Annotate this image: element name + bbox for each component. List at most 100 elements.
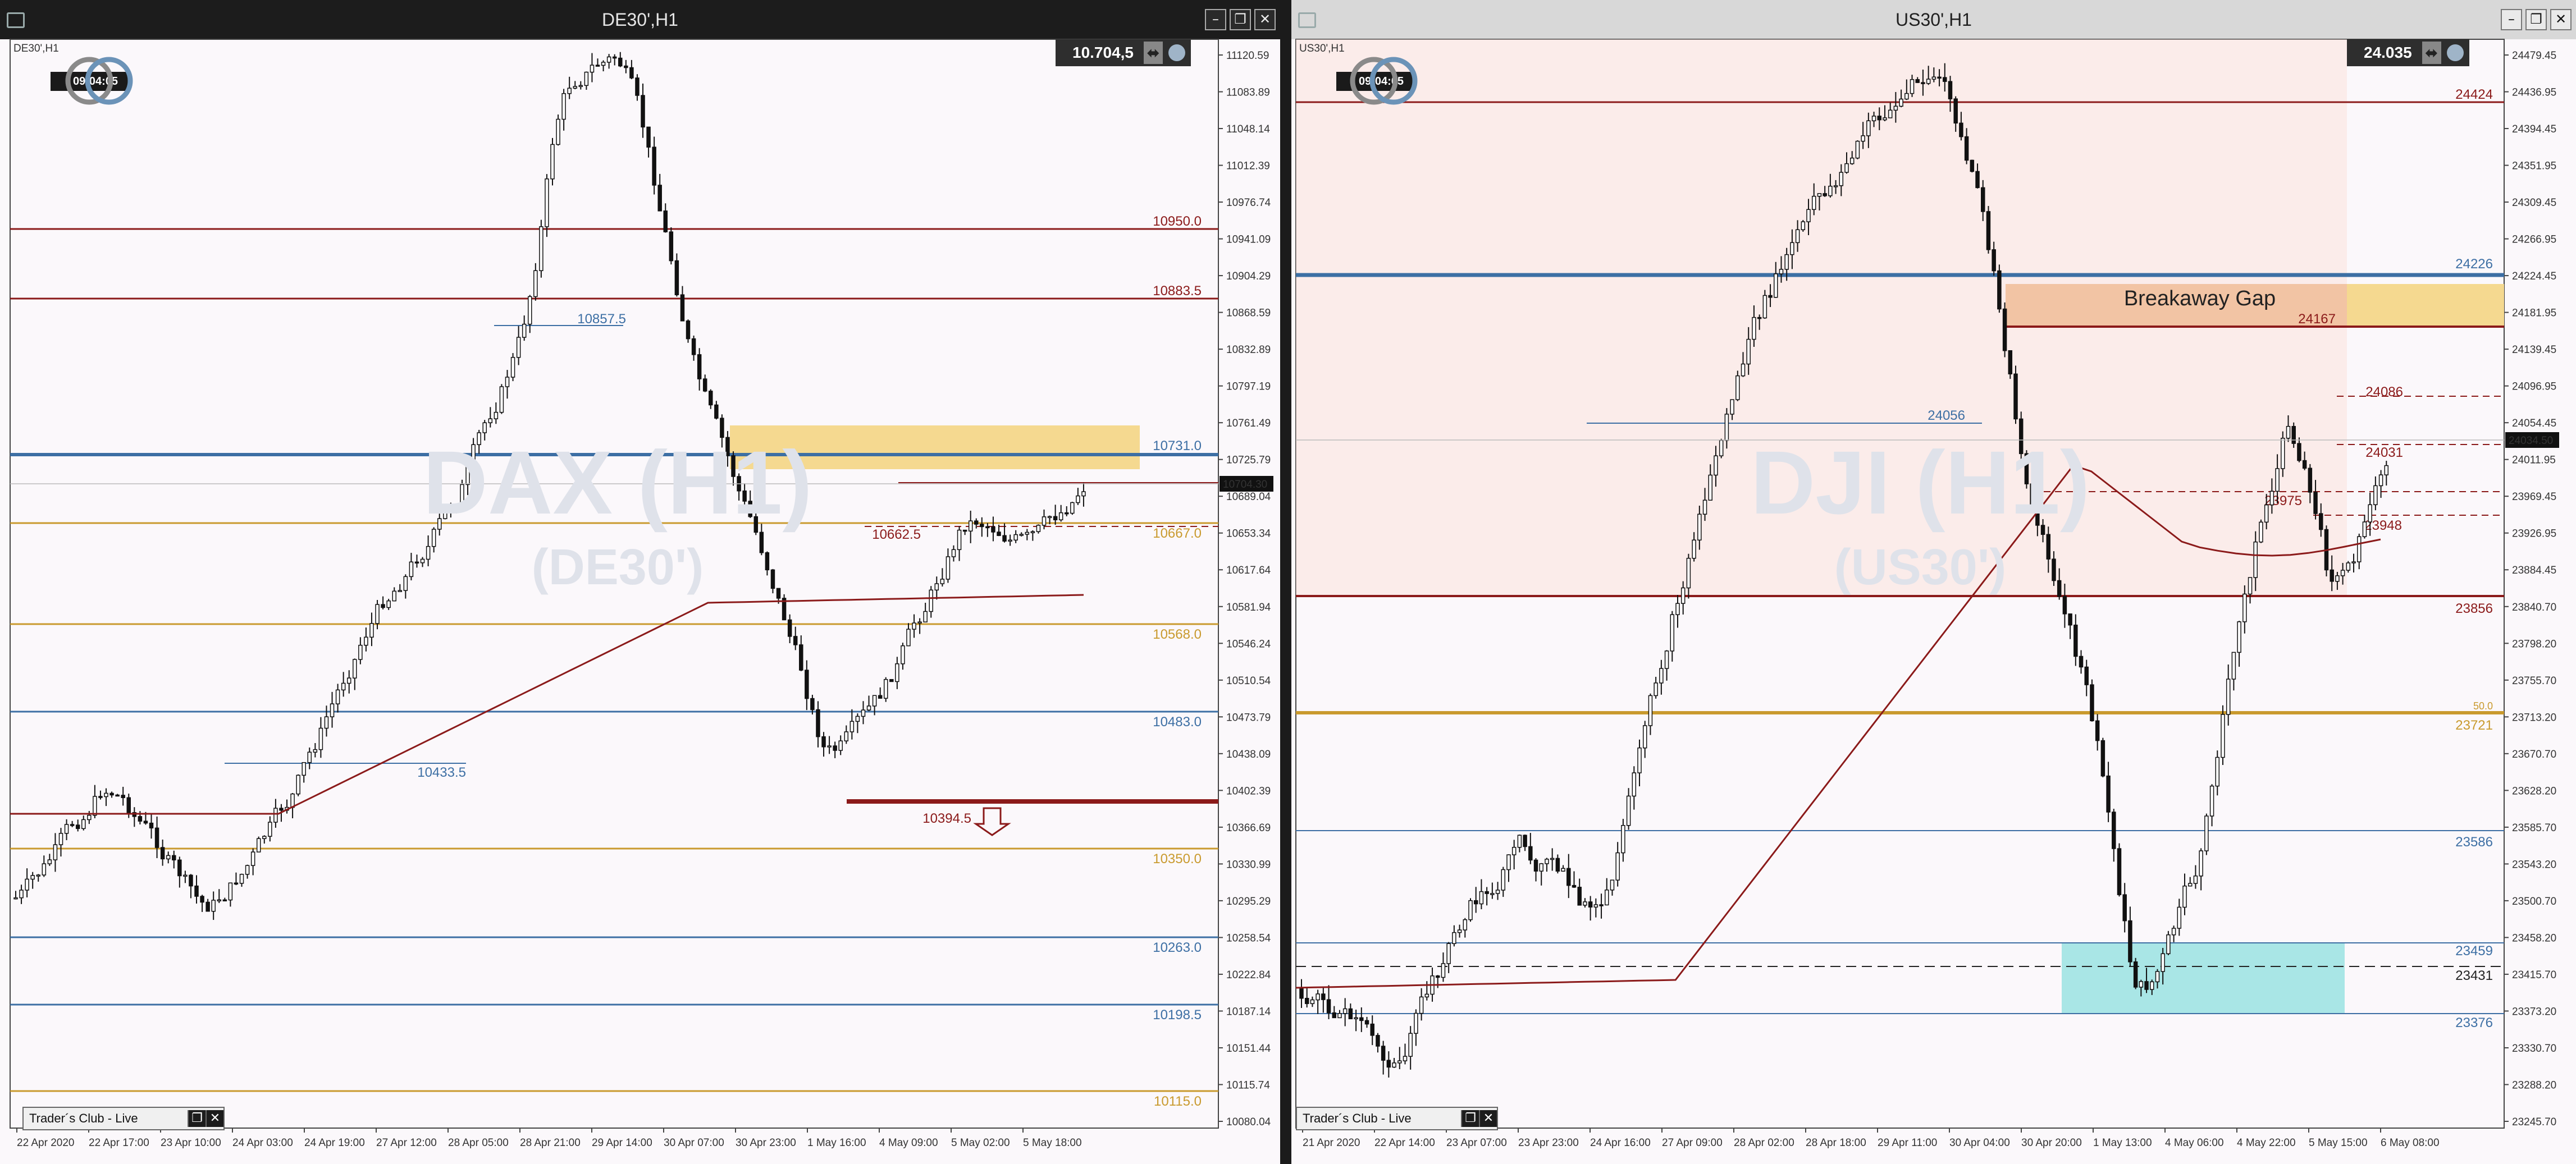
candle-body xyxy=(539,226,543,271)
level-23431-label: 23431 xyxy=(2455,968,2493,983)
level-10433-label: 10433.5 xyxy=(417,765,466,780)
connection-icon xyxy=(2446,44,2464,61)
price-axis-label: 10366.69 xyxy=(1226,822,1271,834)
restore-icon[interactable]: ❐ xyxy=(188,1110,205,1127)
candle-body xyxy=(2035,505,2040,526)
candle-body xyxy=(1752,317,1756,340)
price-chart[interactable]: 24479.45 24436.95 24394.45 24351.95 24309.45… xyxy=(1291,0,2576,1164)
level-24056-label: 24056 xyxy=(1928,408,1965,423)
candle-body xyxy=(262,836,267,839)
candle-body xyxy=(1403,1056,1408,1061)
price-axis-label: 10725.79 xyxy=(1226,455,1271,466)
candle-body xyxy=(1583,901,1587,906)
candle-body xyxy=(1724,414,1729,441)
close-icon[interactable]: ✕ xyxy=(205,1110,223,1127)
candle-body xyxy=(1910,79,1915,94)
candle-body xyxy=(1463,919,1468,931)
level-10662-label: 10662.5 xyxy=(872,527,921,542)
time-axis-label: 5 May 02:00 xyxy=(951,1137,1010,1149)
candle-body xyxy=(872,695,877,707)
candle-body xyxy=(2340,570,2345,576)
price-ticker[interactable]: 10.704,5 ⬌ xyxy=(1056,39,1191,66)
candle-body xyxy=(166,855,171,860)
candle-body xyxy=(1528,846,1533,861)
price-axis-label: 24011.95 xyxy=(2512,455,2556,466)
candle-body xyxy=(2297,443,2301,461)
candle-body xyxy=(426,546,431,560)
candle-body xyxy=(691,338,696,355)
candle-body xyxy=(1008,539,1012,542)
candle-body xyxy=(1937,76,1942,79)
price-chart[interactable]: 11120.59 11083.89 11048.14 11012.39 10976.74… xyxy=(0,0,1280,1164)
candle-body xyxy=(1899,98,1903,107)
price-axis-label: 10115.74 xyxy=(1226,1079,1270,1091)
level-10667-label: 10667.0 xyxy=(1153,526,1202,541)
candle-body xyxy=(805,670,809,699)
candle-body xyxy=(624,65,628,68)
candle-body xyxy=(1310,999,1315,1004)
candle-body xyxy=(87,814,92,821)
candle-body xyxy=(1013,534,1018,541)
candle-body xyxy=(482,422,487,433)
candle-body xyxy=(420,558,425,563)
candle-body xyxy=(1686,557,1691,589)
price-ticker[interactable]: 24.035 ⬌ xyxy=(2347,39,2469,66)
breakaway-gap-label: Breakaway Gap xyxy=(2124,287,2276,310)
candle-body xyxy=(1741,363,1746,377)
candle-body xyxy=(30,875,35,880)
candle-body xyxy=(1730,399,1734,415)
candle-body xyxy=(2171,928,2176,936)
candle-body xyxy=(13,897,18,900)
candle-body xyxy=(545,178,549,227)
candle-body xyxy=(2024,453,2029,484)
ticker-arrows-icon[interactable]: ⬌ xyxy=(1144,42,1163,64)
time-axis-label: 21 Apr 2020 xyxy=(1303,1137,1360,1149)
candle-body xyxy=(810,698,815,711)
level-23721-label: 23721 xyxy=(2455,718,2493,733)
candle-body xyxy=(2128,920,2132,963)
candle-body xyxy=(1025,531,1030,535)
candle-body xyxy=(522,323,527,338)
candle-body xyxy=(1468,900,1473,920)
price-axis-label: 23926.95 xyxy=(2512,528,2556,540)
candle-body xyxy=(2013,373,2018,420)
level-10883-label: 10883.5 xyxy=(1153,283,1202,299)
candle-body xyxy=(2259,521,2263,543)
price-axis-label: 10438.09 xyxy=(1226,749,1271,760)
candle-body xyxy=(2226,679,2231,715)
arrow-down-icon xyxy=(973,807,1011,836)
price-axis-label: 10222.84 xyxy=(1226,969,1271,981)
candle-body xyxy=(2182,885,2187,908)
candle-body xyxy=(449,507,453,511)
candle-body xyxy=(573,86,578,89)
minimized-window-bar[interactable]: Trader´s Club - Live ❐ ✕ xyxy=(1296,1107,1498,1130)
close-icon[interactable]: ✕ xyxy=(1479,1110,1497,1127)
candle-body xyxy=(58,833,63,845)
candle-body xyxy=(2378,474,2383,487)
restore-icon[interactable]: ❐ xyxy=(1461,1110,1479,1127)
chart-window-de30[interactable]: DE30',H1 – ❐ ✕ 11120.59 11083.89 11048.14 1… xyxy=(0,0,1280,1164)
price-axis-label: 24351.95 xyxy=(2512,161,2556,172)
candle-body xyxy=(149,822,154,829)
candle-body xyxy=(974,520,979,525)
time-axis-label: 24 Apr 03:00 xyxy=(232,1137,293,1149)
candle-body xyxy=(1784,254,1789,270)
candle-body xyxy=(2112,812,2116,849)
candle-body xyxy=(1637,747,1642,773)
candle-body xyxy=(2117,848,2122,895)
candle-body xyxy=(1801,221,1806,231)
candle-body xyxy=(1572,885,1577,888)
ticker-arrows-icon[interactable]: ⬌ xyxy=(2422,42,2441,64)
candle-body xyxy=(1053,516,1058,520)
candle-body xyxy=(709,391,713,406)
candle-body xyxy=(889,679,894,682)
candle-body xyxy=(753,516,759,533)
time-axis-label: 28 Apr 18:00 xyxy=(1806,1137,1866,1149)
chart-window-us30[interactable]: US30',H1 – ❐ ✕ 24479.45 24436.95 24394.45 2… xyxy=(1291,0,2576,1164)
minimized-window-bar[interactable]: Trader´s Club - Live ❐ ✕ xyxy=(22,1107,225,1130)
candle-body xyxy=(827,745,832,748)
candle-body xyxy=(1501,869,1506,891)
candle-body xyxy=(2193,876,2198,884)
candle-body xyxy=(98,796,103,798)
candle-body xyxy=(1316,993,1320,1001)
